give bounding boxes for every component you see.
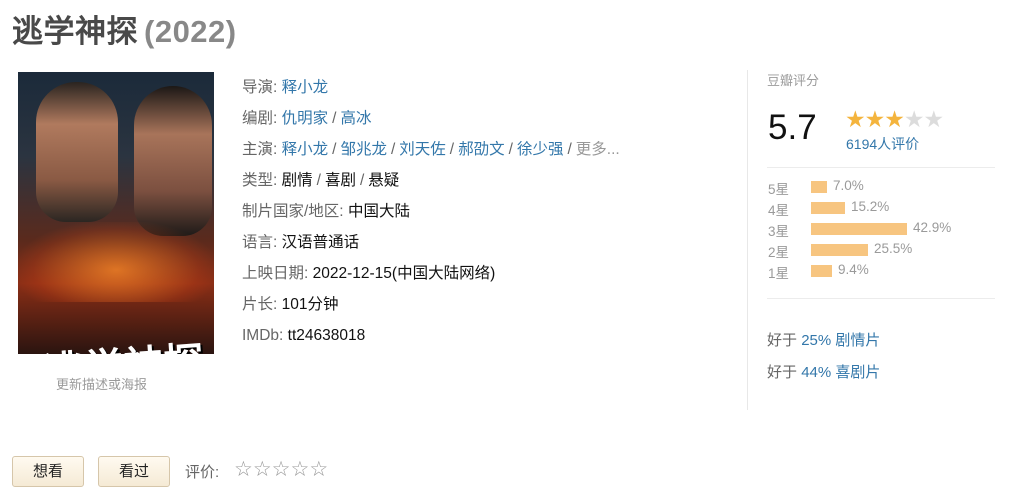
- cast-link[interactable]: 徐少强: [517, 141, 564, 158]
- cast-label: 主演:: [242, 141, 278, 158]
- imdb-value: tt24638018: [287, 327, 366, 344]
- info-cast-row: 主演: 释小龙 / 邹兆龙 / 刘天佐 / 郝劭文 / 徐少强 / 更多...: [242, 134, 620, 165]
- info-imdb-row: IMDb: tt24638018: [242, 320, 620, 351]
- rating-score: 5.7: [768, 108, 817, 147]
- rating-divider: [767, 167, 995, 168]
- poster-title-text: 逃学神探: [42, 329, 206, 354]
- release-value: 2022-12-15(中国大陆网络): [312, 265, 496, 282]
- language-label: 语言:: [242, 234, 278, 251]
- star-empty-icon: ★: [923, 106, 945, 132]
- rating-stars-icon: ★★★★★: [845, 106, 945, 133]
- breakdown-bar: [811, 265, 832, 277]
- cast-link[interactable]: 释小龙: [282, 141, 329, 158]
- info-genre-row: 类型: 剧情 / 喜剧 / 悬疑: [242, 165, 620, 196]
- poster-figure-right: [134, 86, 212, 236]
- breakdown-percent: 42.9%: [913, 220, 952, 235]
- update-poster-link[interactable]: 更新描述或海报: [56, 374, 147, 393]
- better-than-link[interactable]: 25% 剧情片: [801, 332, 880, 349]
- separator: /: [567, 141, 572, 158]
- page-title: 逃学神探 (2022): [12, 6, 237, 51]
- vertical-divider: [747, 70, 748, 410]
- watched-button[interactable]: 看过: [98, 456, 170, 487]
- better-than-prefix: 好于: [767, 332, 798, 349]
- cast-more-link[interactable]: 更多...: [576, 141, 620, 158]
- breakdown-label: 2星: [768, 245, 790, 260]
- country-value: 中国大陆: [347, 203, 410, 220]
- movie-poster[interactable]: 逃学神探: [18, 72, 214, 354]
- genre-value: 剧情: [281, 172, 313, 189]
- cast-link[interactable]: 邹兆龙: [340, 141, 387, 158]
- rate-label: 评价:: [185, 464, 220, 481]
- info-release-row: 上映日期: 2022-12-15(中国大陆网络): [242, 258, 620, 289]
- rating-count-link[interactable]: 6194人评价: [846, 134, 919, 154]
- star-filled-icon: ★: [845, 106, 866, 132]
- breakdown-percent: 15.2%: [851, 199, 890, 214]
- breakdown-bar: [811, 223, 907, 235]
- better-than-prefix: 好于: [767, 364, 798, 381]
- rate-star-icon[interactable]: ☆: [253, 458, 272, 481]
- genre-value: 悬疑: [368, 172, 400, 189]
- separator: /: [332, 110, 337, 127]
- star-filled-icon: ★: [884, 106, 905, 132]
- imdb-label: IMDb:: [242, 327, 284, 344]
- country-label: 制片国家/地区:: [242, 203, 344, 220]
- runtime-label: 片长:: [242, 296, 278, 313]
- writer-link[interactable]: 高冰: [340, 110, 371, 127]
- writer-link[interactable]: 仇明家: [282, 110, 329, 127]
- rate-star-icon[interactable]: ☆: [309, 458, 328, 481]
- genre-value: 喜剧: [324, 172, 356, 189]
- rating-panel: 豆瓣评分 5.7 ★★★★★ 6194人评价 5星 7.0% 4星 15.2% …: [767, 70, 997, 381]
- separator: /: [332, 141, 337, 158]
- cast-link[interactable]: 郝劭文: [458, 141, 505, 158]
- breakdown-percent: 25.5%: [874, 241, 913, 256]
- separator: /: [316, 172, 321, 189]
- rating-header: 豆瓣评分: [767, 73, 820, 88]
- cast-link[interactable]: 刘天佐: [399, 141, 446, 158]
- language-value: 汉语普通话: [281, 234, 360, 251]
- info-country-row: 制片国家/地区: 中国大陆: [242, 196, 620, 227]
- info-runtime-row: 片长: 101分钟: [242, 289, 620, 320]
- separator: /: [359, 172, 365, 189]
- want-to-watch-button[interactable]: 想看: [12, 456, 84, 487]
- star-empty-icon: ★: [903, 106, 925, 132]
- movie-info: 导演: 释小龙 编剧: 仇明家 / 高冰 主演: 释小龙 / 邹兆龙 / 刘天佐 / 郝劭文 / 徐…: [242, 72, 620, 351]
- separator: /: [508, 141, 513, 158]
- info-language-row: 语言: 汉语普通话: [242, 227, 620, 258]
- rate-star-icon[interactable]: ☆: [290, 458, 309, 481]
- breakdown-percent: 9.4%: [838, 262, 869, 277]
- breakdown-bar: [811, 202, 845, 214]
- user-rating-stars: ☆☆☆☆☆: [234, 457, 328, 482]
- star-filled-icon: ★: [864, 106, 886, 132]
- movie-year: (2022): [144, 14, 237, 49]
- breakdown-bar: [811, 244, 868, 256]
- rate-star-icon[interactable]: ☆: [234, 458, 253, 481]
- better-than-link[interactable]: 44% 喜剧片: [801, 364, 880, 381]
- genre-label: 类型:: [242, 172, 278, 189]
- info-director-row: 导演: 释小龙: [242, 72, 620, 103]
- better-than-row: 好于 44% 喜剧片: [767, 361, 880, 382]
- breakdown-label: 5星: [768, 182, 790, 197]
- info-writer-row: 编剧: 仇明家 / 高冰: [242, 103, 620, 134]
- rate-star-icon[interactable]: ☆: [272, 458, 291, 481]
- movie-title: 逃学神探: [12, 14, 138, 49]
- director-label: 导演:: [242, 79, 278, 96]
- writer-label: 编剧:: [242, 110, 278, 127]
- poster-glow: [18, 222, 214, 302]
- breakdown-label: 4星: [768, 203, 790, 218]
- director-link[interactable]: 释小龙: [282, 79, 329, 96]
- separator: /: [390, 141, 396, 158]
- breakdown-label: 1星: [768, 266, 790, 281]
- breakdown-bar: [811, 181, 827, 193]
- poster-figure-left: [36, 82, 118, 222]
- breakdown-label: 3星: [768, 224, 790, 239]
- runtime-value: 101分钟: [281, 296, 339, 313]
- separator: /: [449, 141, 455, 158]
- better-than-row: 好于 25% 剧情片: [767, 329, 880, 350]
- release-label: 上映日期:: [242, 265, 309, 282]
- breakdown-percent: 7.0%: [833, 178, 864, 193]
- rating-divider: [767, 298, 995, 299]
